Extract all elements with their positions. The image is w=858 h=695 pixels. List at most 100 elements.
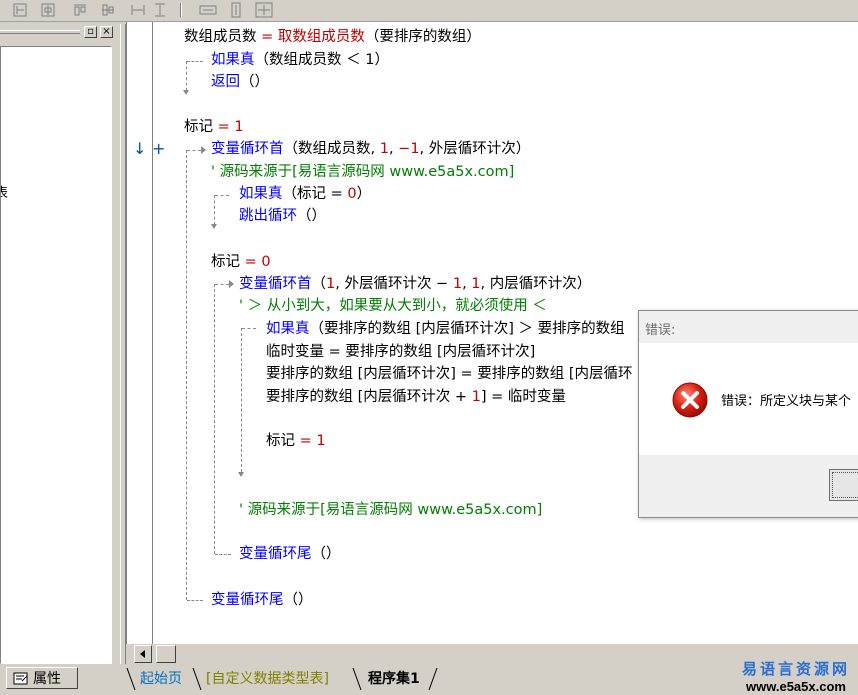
align-left-icon[interactable] — [10, 1, 30, 19]
code-line[interactable]: 数组成员数 = 取数组成员数（要排序的数组） — [184, 27, 481, 47]
tree-connector — [215, 195, 229, 196]
arguments: （要排序的数组 [内层循环计次] ＞ 要排序的数组 — [309, 321, 625, 337]
expand-plus-icon[interactable]: + — [152, 139, 165, 158]
loop-start-arrow — [201, 146, 206, 154]
tree-connector — [186, 61, 187, 91]
arguments: , 外层循环计次） — [419, 141, 531, 157]
variable: 标记 — [211, 254, 240, 270]
code-line[interactable]: 临时变量 = 要排序的数组 [内层循环计次] — [266, 342, 535, 362]
number-literal: 1 — [471, 389, 481, 405]
tab-start-page[interactable]: 起始页 — [140, 668, 182, 692]
dialog-body: 错误：所定义块与某个 — [639, 343, 858, 455]
arguments: , 内层循环计次） — [480, 276, 592, 292]
comment-line[interactable]: ' 源码来源于[易语言源码网 www.e5a5x.com] — [211, 162, 514, 182]
watermark: 易语言资源网 www.e5a5x.com — [742, 658, 850, 694]
separator: , — [388, 141, 399, 157]
code-line[interactable]: 变量循环首（数组成员数, 1, −1, 外层循环计次） — [211, 139, 530, 159]
code-line[interactable]: 要排序的数组 [内层循环计次 + 1] = 临时变量 — [266, 387, 566, 407]
panel-close-icon[interactable]: × — [100, 26, 113, 38]
alignment-toolbar — [0, 0, 858, 22]
tree-item[interactable]: 表 — [1, 182, 8, 201]
panel-grip[interactable] — [0, 30, 80, 34]
tree-connector — [186, 150, 187, 600]
code-line[interactable]: 标记 = 0 — [211, 252, 271, 272]
arguments: （数组成员数, — [283, 141, 380, 157]
code-line[interactable]: 跳出循环（） — [239, 206, 326, 226]
arguments: （数组成员数 ＜ 1） — [254, 52, 389, 68]
properties-tab[interactable]: 属性 — [6, 667, 78, 689]
number-literal: 1 — [316, 433, 326, 449]
tree-connector — [242, 328, 256, 329]
align-top-icon[interactable] — [70, 1, 90, 19]
arguments: ） — [356, 186, 372, 202]
panel-restore-icon[interactable]: ▫ — [84, 26, 97, 38]
code-line[interactable]: 变量循环首（1, 外层循环计次 − 1, 1, 内层循环计次） — [239, 274, 591, 294]
code-line[interactable]: 标记 = 1 — [266, 431, 326, 451]
flow-down-arrow — [183, 90, 189, 95]
flow-down-arrow — [238, 472, 244, 477]
function-name: 取数组成员数 — [277, 29, 365, 45]
same-width-icon[interactable] — [128, 1, 148, 19]
tree-connector — [215, 284, 229, 285]
code-line[interactable]: 变量循环尾（） — [239, 544, 341, 564]
tree-connector — [215, 554, 231, 555]
left-panel: ▫ × 表 — [0, 24, 120, 664]
scroll-thumb[interactable] — [156, 645, 176, 663]
tree-connector — [214, 284, 215, 554]
breakpoint-arrow-icon[interactable]: ↓ — [133, 139, 146, 158]
align-middle-icon[interactable] — [98, 1, 118, 19]
dialog-title: 错误: — [645, 323, 676, 338]
tree-connector — [187, 600, 203, 601]
keyword: 变量循环首 — [239, 276, 312, 292]
arguments: （要排序的数组） — [364, 29, 481, 45]
error-dialog: 错误: 错误：所定义块与某个 — [638, 310, 858, 518]
number-literal: 1 — [234, 119, 244, 135]
tree-connector — [214, 195, 215, 225]
arguments: （） — [283, 592, 313, 608]
operator: = — [213, 119, 235, 135]
arguments: （ — [311, 276, 327, 292]
code-line[interactable]: 变量循环尾（） — [211, 590, 313, 610]
keyword: 如果真 — [266, 321, 310, 337]
arguments: （标记 = — [282, 186, 348, 202]
keyword: 返回 — [211, 74, 240, 90]
left-panel-body: 表 — [0, 46, 112, 664]
tab-divider — [352, 668, 362, 690]
code-line[interactable]: 如果真（数组成员数 ＜ 1） — [211, 50, 389, 70]
gutter-divider — [152, 22, 153, 644]
comment-line[interactable]: ' ＞ 从小到大，如果要从大到小，就必须使用 ＜ — [239, 296, 547, 316]
scroll-left-icon[interactable] — [134, 645, 152, 663]
code-line[interactable]: 要排序的数组 [内层循环计次] = 要排序的数组 [内层循环 — [266, 364, 633, 384]
keyword: 如果真 — [211, 52, 255, 68]
center-both-icon[interactable] — [254, 1, 274, 19]
tab-custom-types[interactable]: [自定义数据类型表] — [206, 668, 329, 692]
expression: 要排序的数组 [内层循环计次 + — [266, 389, 472, 405]
watermark-title: 易语言资源网 — [741, 660, 850, 678]
align-center-icon[interactable] — [38, 1, 58, 19]
tab-divider — [192, 668, 202, 690]
number-literal: 1 — [379, 141, 389, 157]
operator: = — [295, 433, 317, 449]
code-line[interactable]: 返回（） — [211, 72, 269, 92]
space-vertical-icon[interactable] — [226, 1, 246, 19]
code-line[interactable]: 标记 = 1 — [184, 117, 244, 137]
code-line[interactable]: 如果真（要排序的数组 [内层循环计次] ＞ 要排序的数组 — [266, 319, 625, 339]
variable: 标记 — [184, 119, 213, 135]
properties-tab-label: 属性 — [33, 671, 61, 687]
operator: = — [256, 29, 278, 45]
expression: ] = 临时变量 — [480, 389, 566, 405]
same-height-icon[interactable] — [150, 1, 170, 19]
error-icon — [672, 382, 708, 418]
keyword: 变量循环尾 — [239, 546, 312, 562]
toolbar-separator — [180, 3, 182, 17]
variable: 标记 — [266, 433, 295, 449]
code-line[interactable]: 如果真（标记 = 0） — [239, 184, 371, 204]
variable: 数组成员数 — [184, 29, 257, 45]
tab-program-set[interactable]: 程序集1 — [368, 668, 420, 692]
space-horizontal-icon[interactable] — [198, 1, 218, 19]
dialog-ok-button[interactable] — [829, 469, 858, 501]
comment-line[interactable]: ' 源码来源于[易语言源码网 www.e5a5x.com] — [239, 500, 542, 520]
tree-connector — [241, 328, 242, 472]
properties-icon — [13, 672, 28, 685]
loop-start-arrow — [229, 280, 234, 288]
